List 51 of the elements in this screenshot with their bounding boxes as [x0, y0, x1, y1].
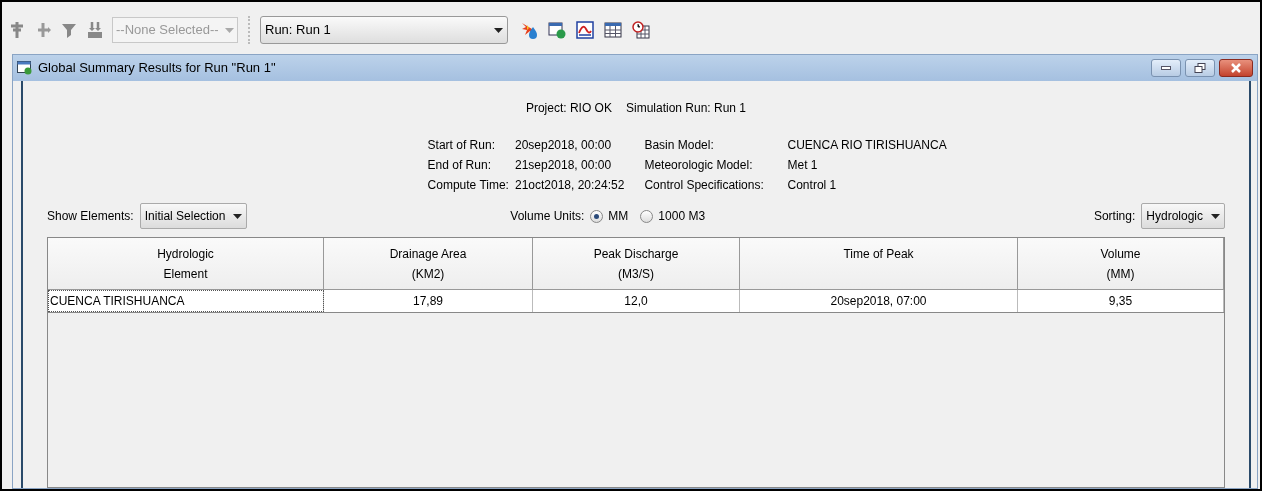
- model-info-label: Basin Model:: [644, 137, 715, 154]
- tray-down-icon[interactable]: [86, 21, 104, 39]
- close-icon: [1230, 63, 1242, 73]
- run-info-value: 20sep2018, 00:00: [514, 137, 613, 154]
- project-label: Project: RIO OK: [525, 100, 612, 117]
- restore-button[interactable]: [1185, 59, 1215, 77]
- minimize-button[interactable]: [1151, 59, 1181, 77]
- model-info-value: CUENCA RIO TIRISHUANCA: [787, 137, 948, 154]
- run-info-value: 21sep2018, 00:00: [514, 157, 613, 174]
- caret-icon: [225, 27, 234, 33]
- table-globe-icon: [17, 61, 33, 75]
- window-title: Global Summary Results for Run "Run 1": [38, 59, 276, 78]
- run-info-value: 21oct2018, 20:24:52: [514, 177, 625, 194]
- volume-units-label: Volume Units:: [510, 208, 585, 225]
- clock-table-icon[interactable]: [632, 21, 650, 39]
- show-elements-dropdown[interactable]: Initial Selection: [139, 203, 248, 229]
- caret-icon: [1211, 213, 1220, 219]
- minimize-icon: [1161, 66, 1171, 70]
- column-header[interactable]: Drainage Area (KM2): [324, 238, 533, 290]
- table-cell: 17,89: [324, 290, 533, 312]
- node-add-icon[interactable]: [8, 21, 26, 39]
- run-info-label: End of Run:: [427, 157, 492, 174]
- sorting-dropdown[interactable]: Hydrologic: [1141, 203, 1225, 229]
- close-button[interactable]: [1219, 59, 1253, 77]
- column-header[interactable]: Peak Discharge (M3/S): [533, 238, 740, 290]
- table-globe-icon[interactable]: [548, 21, 566, 39]
- model-info-label: Meteorologic Model:: [644, 157, 754, 174]
- model-info-value: Met 1: [787, 157, 819, 174]
- sorting-label: Sorting:: [1093, 208, 1136, 225]
- simulation-run-label: Simulation Run: Run 1: [625, 100, 747, 117]
- run-select-dropdown[interactable]: Run: Run 1: [260, 16, 508, 44]
- column-header[interactable]: Hydrologic Element: [48, 238, 324, 290]
- table-icon[interactable]: [604, 21, 622, 39]
- run-info-label: Compute Time:: [427, 177, 509, 194]
- volume-unit-radio[interactable]: 1000 M3: [640, 207, 706, 225]
- column-header[interactable]: Time of Peak: [740, 238, 1018, 290]
- funnel-icon[interactable]: [60, 21, 78, 39]
- show-elements-label: Show Elements:: [47, 208, 134, 225]
- column-header[interactable]: Volume (MM): [1018, 238, 1224, 290]
- caret-icon: [233, 213, 243, 219]
- volume-unit-radio[interactable]: MM: [590, 207, 629, 225]
- model-info-label: Control Specifications:: [644, 177, 765, 194]
- table-cell: 9,35: [1018, 290, 1224, 312]
- table-cell: 12,0: [533, 290, 740, 312]
- run-info-label: Start of Run:: [427, 137, 496, 154]
- caret-icon: [494, 27, 503, 33]
- table-cell: CUENCA TIRISHUANCA: [48, 290, 324, 312]
- line-graph-icon[interactable]: [576, 21, 594, 39]
- restore-icon: [1194, 63, 1206, 73]
- table-cell: 20sep2018, 07:00: [740, 290, 1018, 312]
- model-info-value: Control 1: [787, 177, 838, 194]
